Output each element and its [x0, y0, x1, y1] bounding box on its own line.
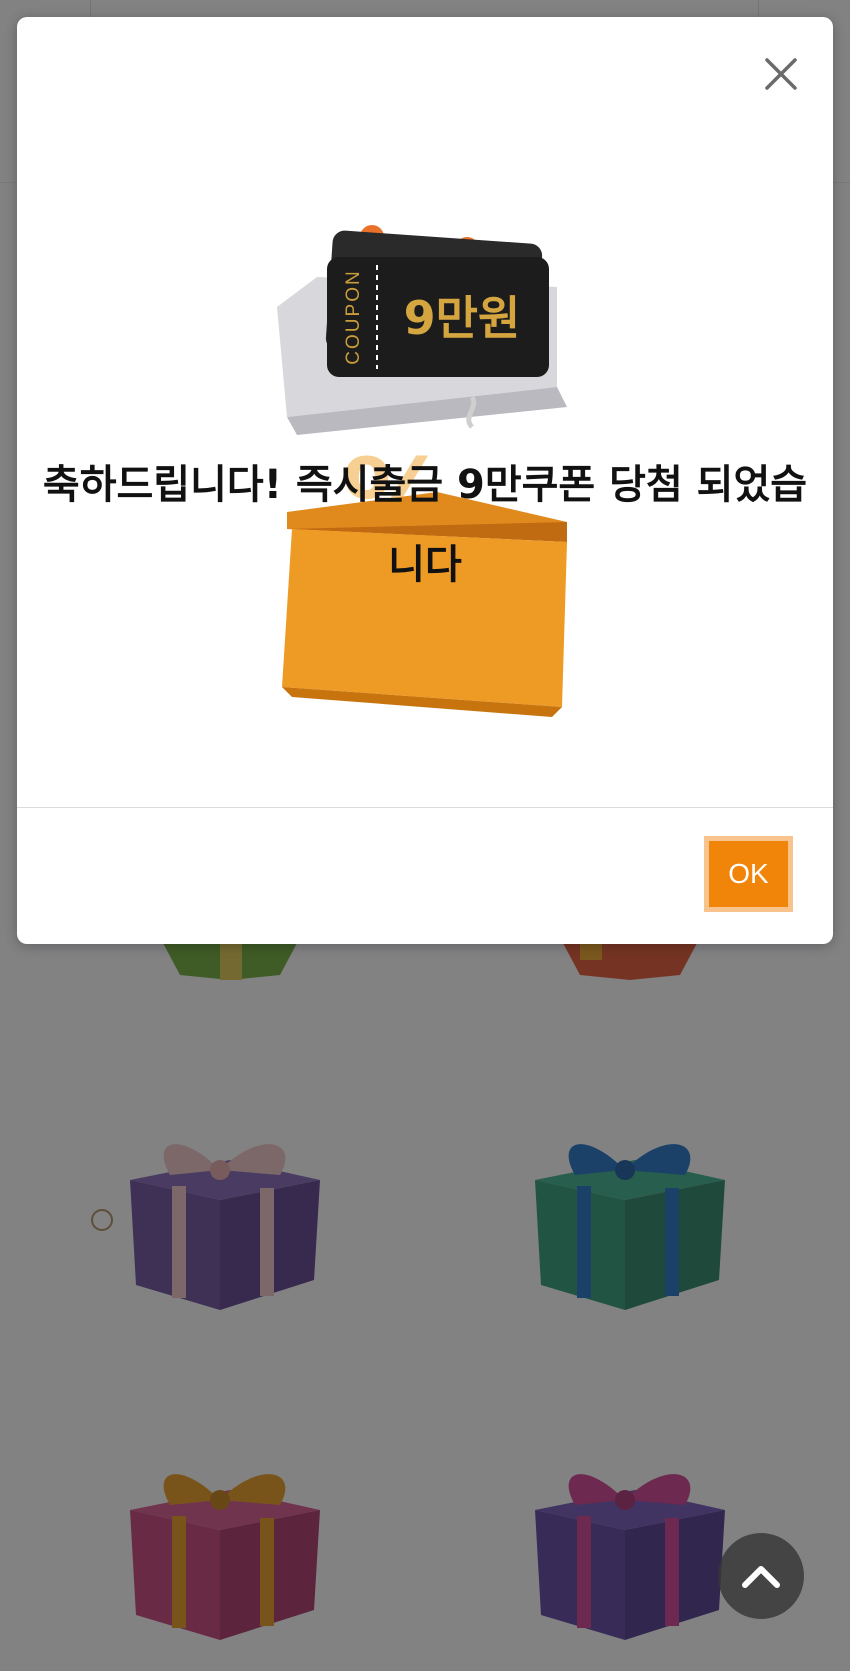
dialog-body: COUPON 9만원 % 축하드립니다! 즉시출금 9만쿠폰 당첨 되었습니다 — [17, 17, 833, 808]
close-button[interactable] — [756, 49, 806, 99]
coupon-label: COUPON — [343, 269, 364, 364]
coupon-ticket: COUPON 9만원 — [325, 230, 549, 377]
close-icon — [765, 58, 797, 90]
result-dialog: COUPON 9만원 % 축하드립니다! 즉시출금 9만쿠폰 당첨 되었습니다 … — [17, 17, 833, 944]
ok-button[interactable]: OK — [704, 836, 793, 912]
chevron-up-icon — [742, 1566, 780, 1588]
scroll-to-top-button[interactable] — [718, 1533, 804, 1619]
coupon-amount: 9만원 — [404, 291, 521, 345]
congratulations-message: 축하드립니다! 즉시출금 9만쿠폰 당첨 되었습니다 — [42, 462, 808, 588]
dialog-divider — [17, 807, 833, 808]
